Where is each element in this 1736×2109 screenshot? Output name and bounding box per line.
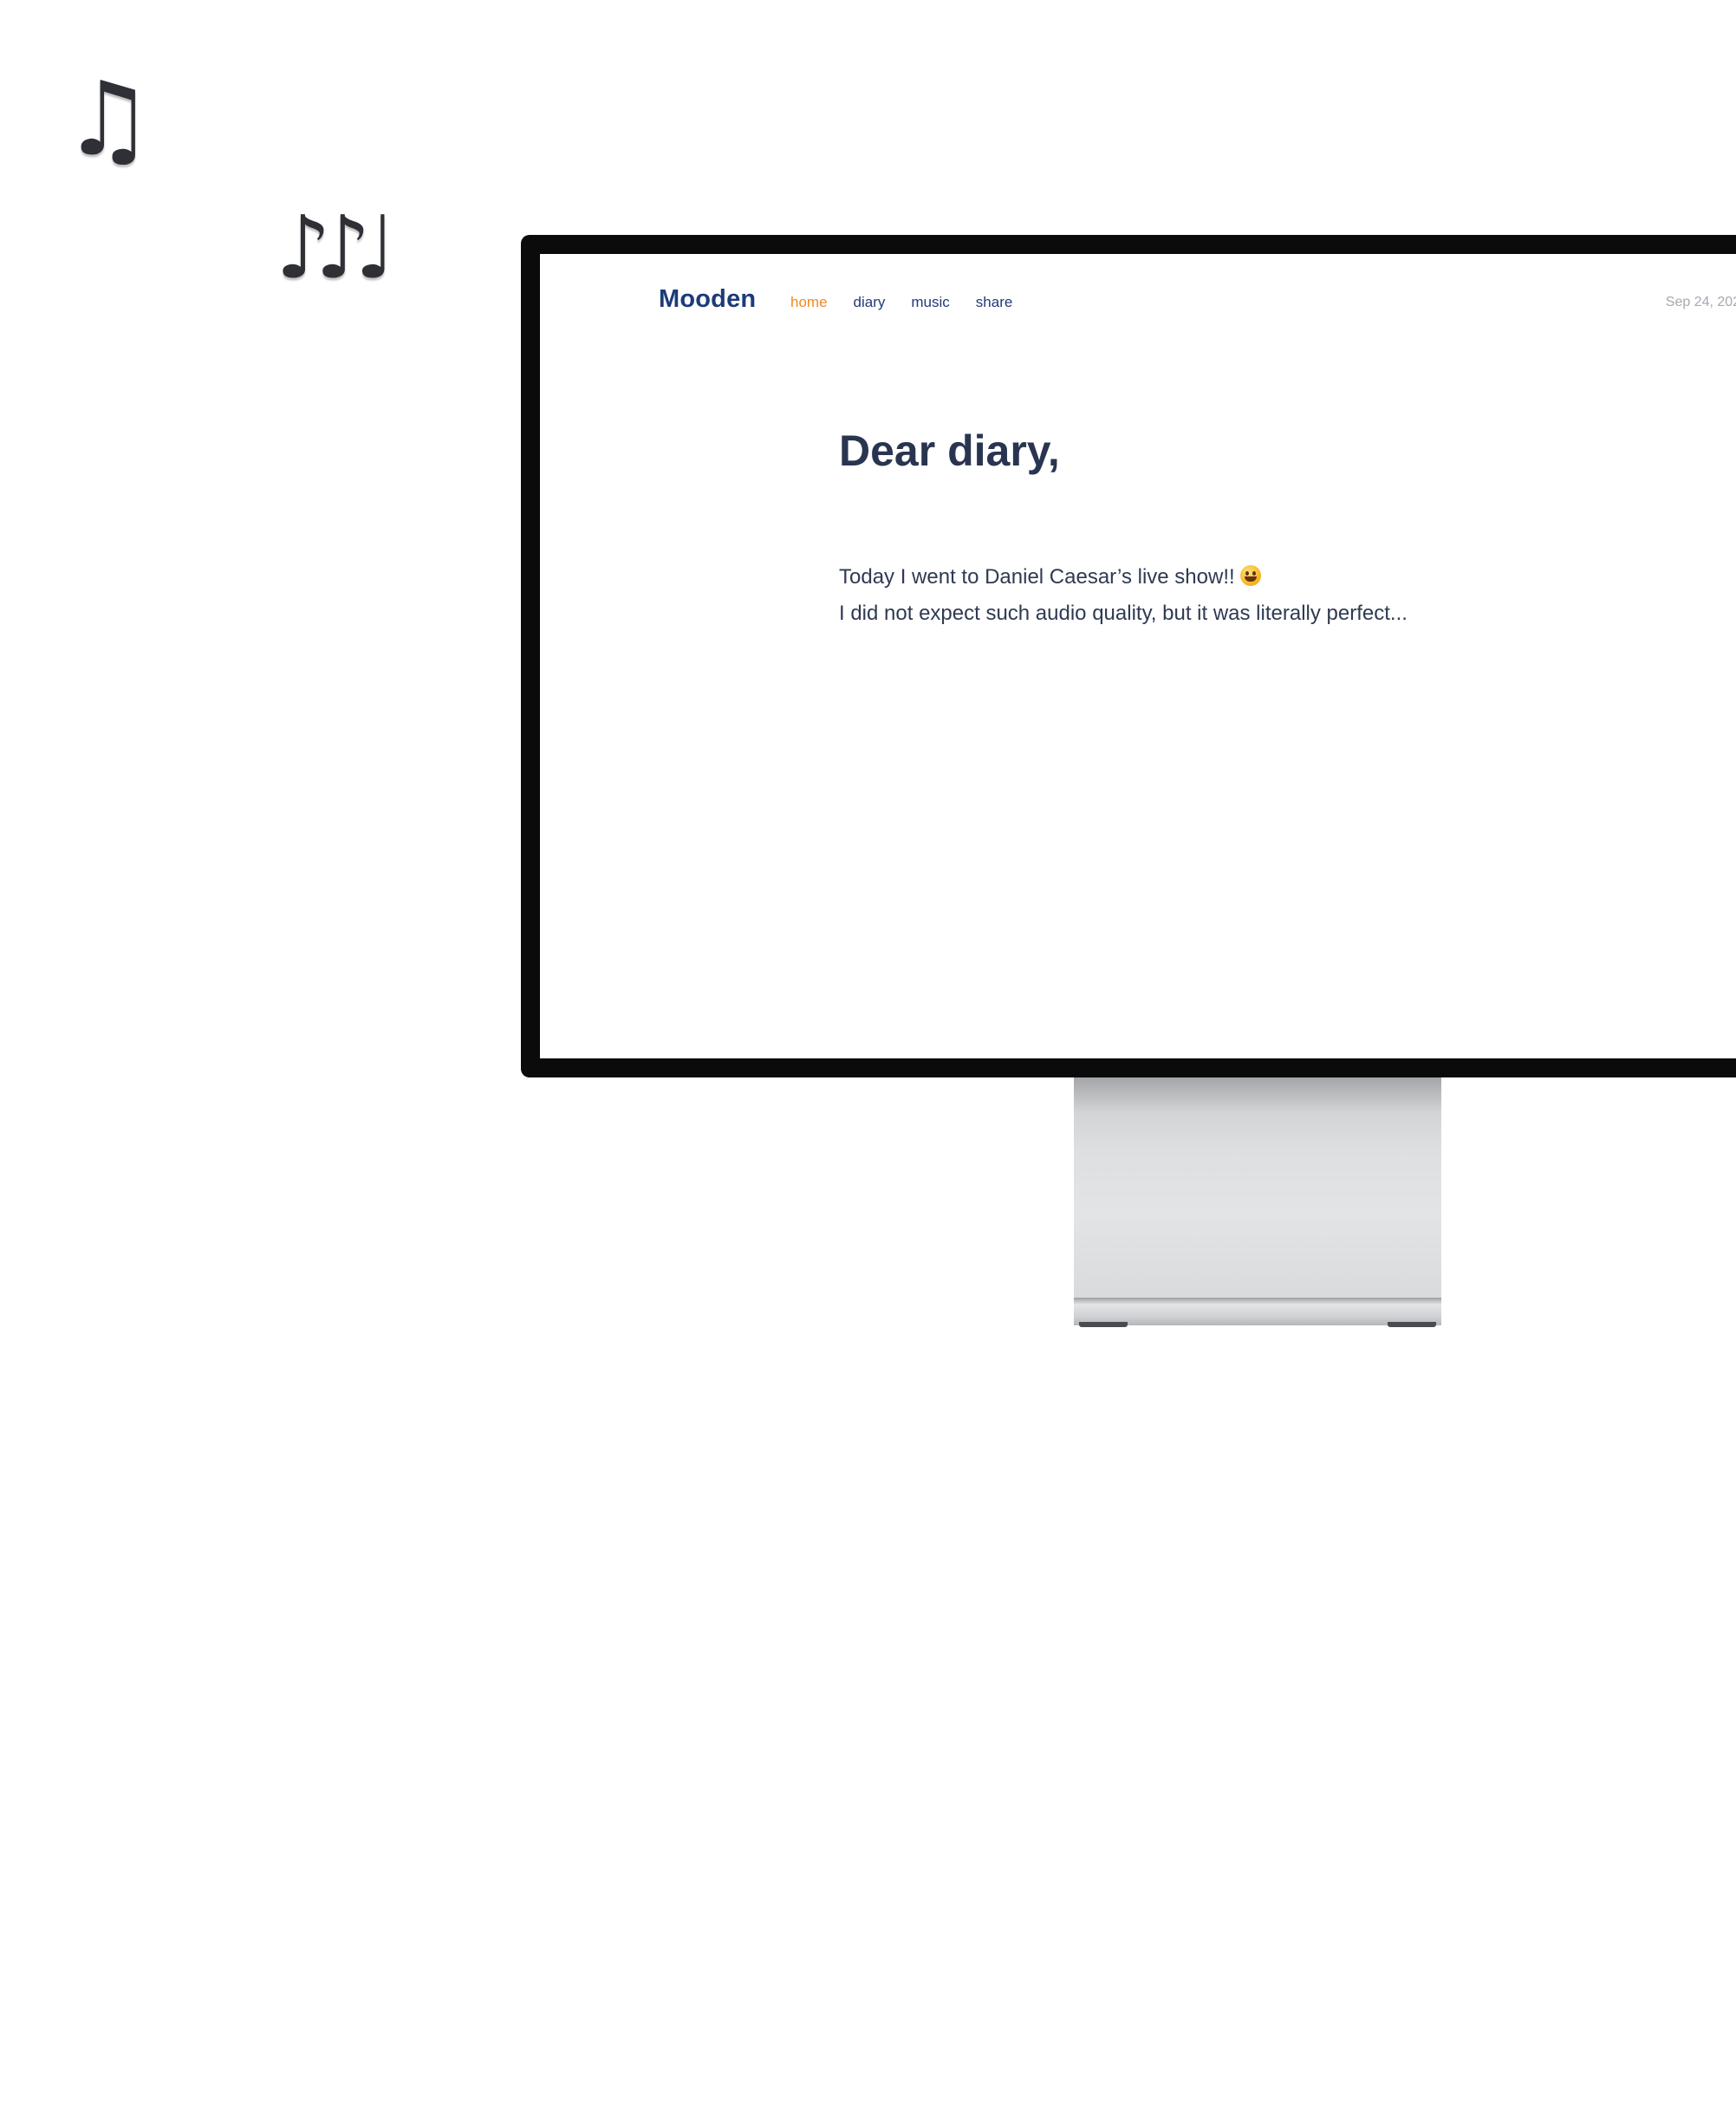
diary-line-1-text: Today I went to Daniel Caesar’s live sho… — [839, 565, 1235, 589]
nav-music[interactable]: music — [911, 294, 949, 311]
multiple-musical-notes-icon: ♪♪♩ — [276, 197, 396, 298]
monitor-frame: Mooden home diary music share Sep 24, 20… — [521, 235, 1736, 1077]
nav-diary[interactable]: diary — [854, 294, 886, 311]
brand-logo[interactable]: Mooden — [659, 285, 756, 314]
stand-shadow — [1074, 1077, 1441, 1112]
monitor-stand — [1074, 1077, 1441, 1327]
main-nav: home diary music share — [790, 294, 1038, 311]
grinning-face-icon — [1239, 565, 1261, 586]
page-title: Dear diary, — [839, 426, 1060, 475]
diary-line-2: I did not expect such audio quality, but… — [839, 602, 1408, 625]
nav-home[interactable]: home — [790, 294, 828, 311]
stand-foot-right — [1388, 1322, 1436, 1327]
diary-entry: Today I went to Daniel Caesar’s live sho… — [839, 559, 1408, 632]
diary-line-1: Today I went to Daniel Caesar’s live sho… — [839, 559, 1408, 596]
stand-base — [1074, 1298, 1441, 1327]
nav-share[interactable]: share — [976, 294, 1013, 311]
musical-notes-icon: ♫ — [62, 59, 154, 179]
current-date: Sep 24, 2022 — [1665, 295, 1736, 309]
stand-foot-left — [1079, 1322, 1128, 1327]
monitor-screen: Mooden home diary music share Sep 24, 20… — [540, 254, 1736, 1058]
